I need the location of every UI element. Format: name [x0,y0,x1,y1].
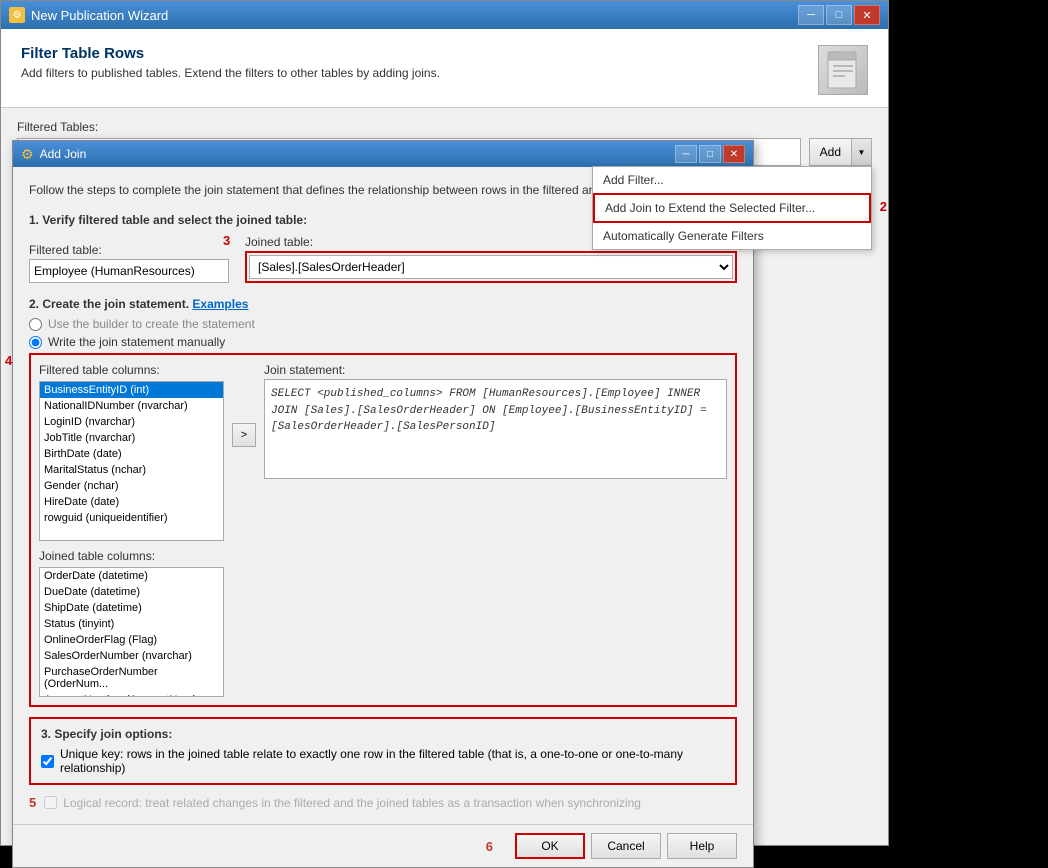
radio-manual-row: Write the join statement manually [29,335,737,349]
step5-row: 5 Logical record: treat related changes … [29,795,737,810]
title-bar-controls: ─ □ ✕ [798,5,880,25]
list-item[interactable]: JobTitle (nvarchar) [40,430,223,446]
filtered-table-label: Filtered table: [29,243,229,257]
wizard-title-bar: ⚙ New Publication Wizard ─ □ ✕ [1,1,888,29]
ok-button[interactable]: OK [515,833,585,859]
badge-4: 4 [5,353,12,368]
filtered-table-input[interactable] [29,259,229,283]
wizard-header-icon [818,45,868,95]
add-btn-container: Add ▼ Add Filter... Add Join to Extend t… [809,138,872,166]
joined-columns-label: Joined table columns: [39,549,727,563]
dropdown-auto-generate[interactable]: Automatically Generate Filters [593,223,871,249]
list-item[interactable]: LoginID (nvarchar) [40,414,223,430]
list-item[interactable]: MaritalStatus (nchar) [40,462,223,478]
cancel-button[interactable]: Cancel [591,833,661,859]
step3-label: 3. Specify join options: [41,727,725,741]
list-item[interactable]: OrderDate (datetime) [40,568,223,584]
joined-table-box: [Sales].[SalesOrderHeader] [245,251,737,283]
step2-content: 4 Filtered table columns: BusinessEntity… [29,353,737,707]
joined-columns-container: Joined table columns: OrderDate (datetim… [39,549,727,697]
wizard-header: Filter Table Rows Add filters to publish… [1,29,888,108]
dialog-minimize-btn[interactable]: ─ [675,145,697,163]
add-btn-label: Add [810,145,851,159]
checkbox2-label: Logical record: treat related changes in… [63,796,641,810]
list-item[interactable]: OnlineOrderFlag (Flag) [40,632,223,648]
list-item[interactable]: Gender (nchar) [40,478,223,494]
dialog-title-bar-left: ⚙ Add Join [21,146,86,163]
columns-row: Filtered table columns: BusinessEntityID… [39,363,727,541]
list-item[interactable]: BusinessEntityID (int) [40,382,223,398]
wizard-icon: ⚙ [9,7,25,23]
step3-wrapper: 3. Specify join options: Unique key: row… [29,717,737,785]
list-item[interactable]: PurchaseOrderNumber (OrderNum... [40,664,223,692]
radio-manual[interactable] [29,336,42,349]
filtered-table-field: Filtered table: [29,243,229,283]
list-item[interactable]: ShipDate (datetime) [40,600,223,616]
add-join-label: Add Join to Extend the Selected Filter..… [605,201,815,215]
step2-label: 2. Create the join statement. Examples [29,297,248,311]
dialog-body: Follow the steps to complete the join st… [13,167,753,824]
badge-6: 6 [486,839,493,854]
wizard-header-text: Filter Table Rows Add filters to publish… [21,45,440,80]
radio-manual-label: Write the join statement manually [48,335,225,349]
badge-5: 5 [29,795,36,810]
dialog-title-text: Add Join [40,147,87,161]
list-item[interactable]: NationalIDNumber (nvarchar) [40,398,223,414]
checkbox1-row: Unique key: rows in the joined table rel… [41,747,725,775]
join-statement-label: Join statement: [264,363,727,377]
dialog-title-controls: ─ □ ✕ [675,145,745,163]
list-item[interactable]: rowguid (uniqueidentifier) [40,510,223,526]
add-button[interactable]: Add ▼ [809,138,872,166]
join-statement-text: SELECT <published_columns> FROM [HumanRe… [271,388,707,433]
wizard-subtitle: Add filters to published tables. Extend … [21,66,440,80]
wizard-window-title: New Publication Wizard [31,8,168,23]
join-statement-container: Join statement: SELECT <published_column… [264,363,727,479]
minimize-button[interactable]: ─ [798,5,824,25]
step3-section: 3. Specify join options: Unique key: row… [29,717,737,785]
radio-builder-row: Use the builder to create the statement [29,317,737,331]
step2-section: 2. Create the join statement. Examples U… [29,297,737,707]
radio-options: Use the builder to create the statement … [29,317,737,349]
list-item[interactable]: HireDate (date) [40,494,223,510]
join-statement-box[interactable]: SELECT <published_columns> FROM [HumanRe… [264,379,727,479]
checkbox1[interactable] [41,755,54,768]
badge-3: 3 [223,233,230,248]
examples-link[interactable]: Examples [192,297,248,311]
checkbox2-row: Logical record: treat related changes in… [44,796,641,810]
dialog-maximize-btn[interactable]: □ [699,145,721,163]
list-item[interactable]: AccountNumber (AccountNumber... [40,692,223,697]
add-btn-arrow[interactable]: ▼ [851,139,871,165]
title-bar-left: ⚙ New Publication Wizard [9,7,168,23]
wizard-title: Filter Table Rows [21,45,440,62]
arrow-button[interactable]: > [232,423,256,447]
filtered-columns-container: Filtered table columns: BusinessEntityID… [39,363,224,541]
dialog-icon: ⚙ [21,146,34,163]
dialog-title-bar: ⚙ Add Join ─ □ ✕ [13,141,753,167]
radio-builder[interactable] [29,318,42,331]
main-layout: ⚙ New Publication Wizard ─ □ ✕ Filter Ta… [0,0,1048,846]
dialog-close-btn[interactable]: ✕ [723,145,745,163]
step3-inner: Unique key: rows in the joined table rel… [41,747,725,775]
checkbox1-label: Unique key: rows in the joined table rel… [60,747,725,775]
list-item[interactable]: DueDate (datetime) [40,584,223,600]
joined-table-select[interactable]: [Sales].[SalesOrderHeader] [249,255,733,279]
help-button[interactable]: Help [667,833,737,859]
filtered-columns-label: Filtered table columns: [39,363,224,377]
list-item[interactable]: Status (tinyint) [40,616,223,632]
joined-column-list[interactable]: OrderDate (datetime) DueDate (datetime) … [39,567,224,697]
radio-builder-label: Use the builder to create the statement [48,317,255,331]
dropdown-add-filter[interactable]: Add Filter... [593,167,871,193]
dropdown-add-join[interactable]: Add Join to Extend the Selected Filter..… [593,193,871,223]
close-button[interactable]: ✕ [854,5,880,25]
list-item[interactable]: BirthDate (date) [40,446,223,462]
filtered-column-list[interactable]: BusinessEntityID (int) NationalIDNumber … [39,381,224,541]
badge-2: 2 [880,199,887,214]
filtered-tables-label: Filtered Tables: [17,120,872,134]
checkbox2 [44,796,57,809]
dropdown-menu: Add Filter... Add Join to Extend the Sel… [592,166,872,250]
maximize-button[interactable]: □ [826,5,852,25]
list-item[interactable]: SalesOrderNumber (nvarchar) [40,648,223,664]
